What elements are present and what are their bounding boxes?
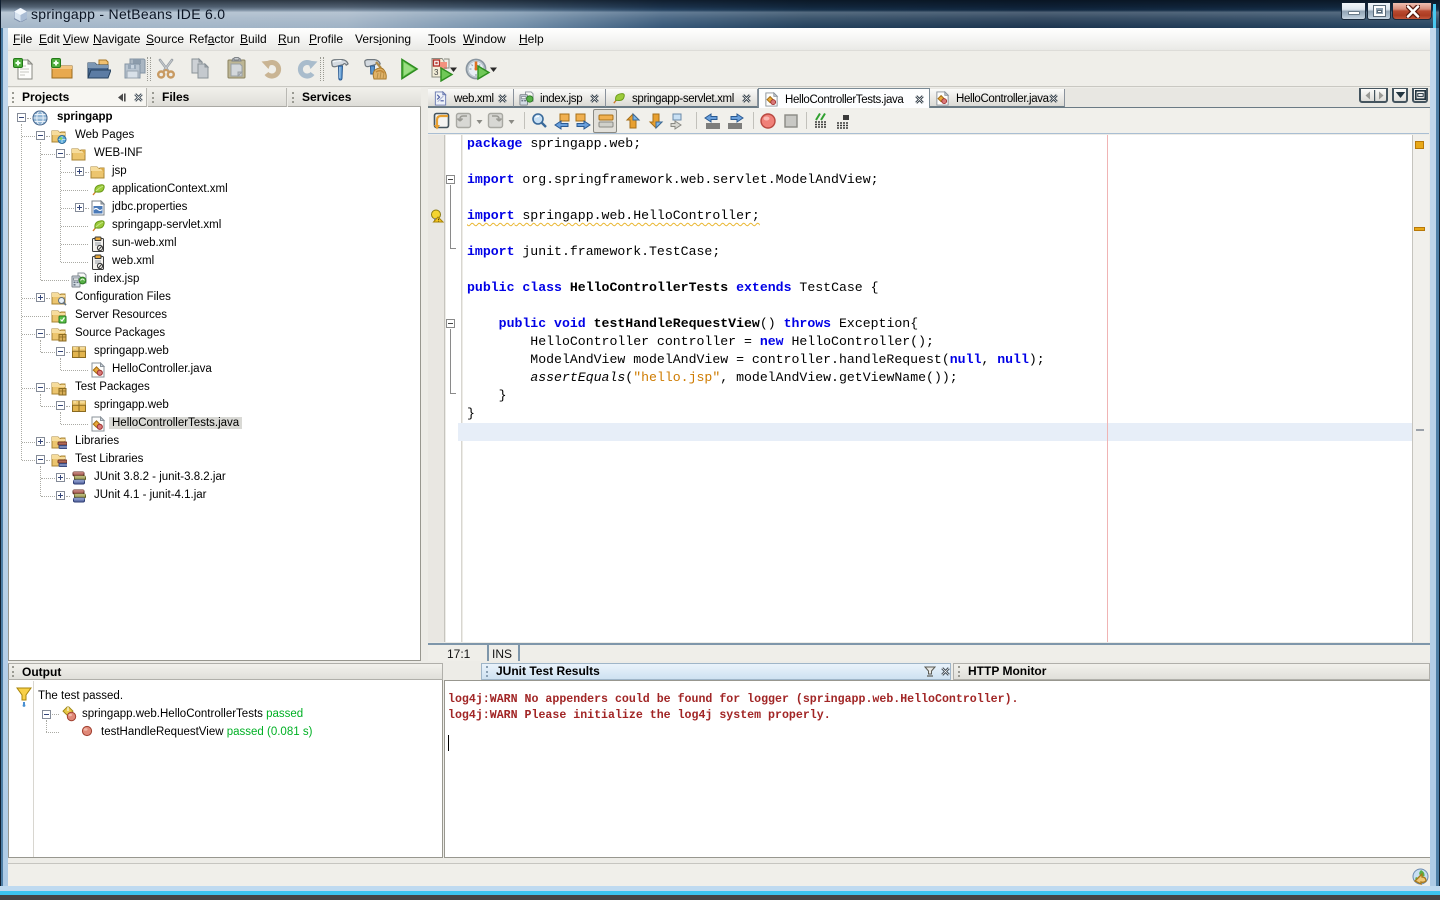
svg-text:3: 3 [434,68,439,77]
